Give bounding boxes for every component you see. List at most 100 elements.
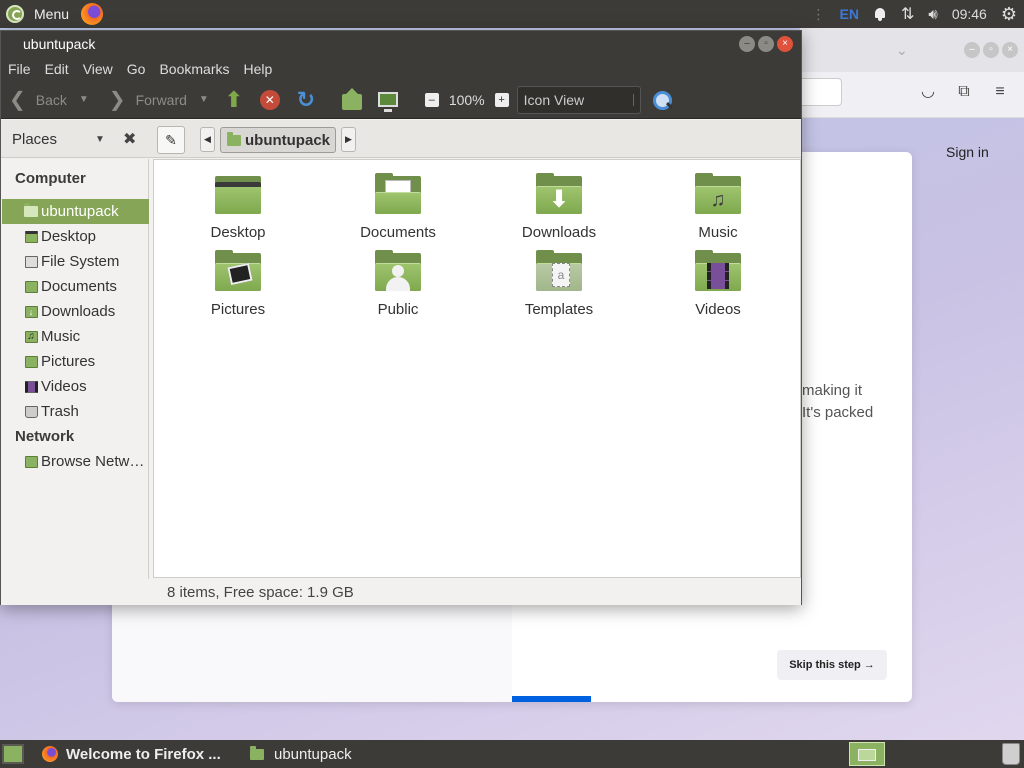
sidebar-item-home[interactable]: ubuntupack bbox=[2, 199, 149, 224]
tab-list-chevron-icon[interactable]: ⌄ bbox=[896, 42, 908, 59]
menu-go[interactable]: Go bbox=[127, 61, 146, 77]
forward-button[interactable]: ❯ Forward ▼ bbox=[109, 85, 209, 115]
tray-separator: ⋮ bbox=[811, 5, 826, 22]
firefox-page: Sign in bbox=[800, 118, 1024, 740]
file-item-templates[interactable]: a Templates bbox=[499, 250, 619, 318]
music-icon: ♫ bbox=[24, 330, 38, 344]
back-arrow-icon: ❮ bbox=[9, 89, 26, 111]
breadcrumb-scroll-left-button[interactable]: ◀ bbox=[200, 127, 215, 152]
sidebar-selector-dropdown-icon[interactable]: ▼ bbox=[95, 134, 105, 145]
taskbar-item-firefox[interactable]: Welcome to Firefox ... bbox=[34, 740, 232, 768]
menu-view[interactable]: View bbox=[83, 61, 113, 77]
menu-bookmarks[interactable]: Bookmarks bbox=[159, 61, 229, 77]
minimize-button[interactable]: – bbox=[739, 36, 755, 52]
firefox-launcher-icon[interactable] bbox=[81, 3, 104, 25]
menu-file[interactable]: File bbox=[8, 61, 31, 77]
extensions-icon[interactable]: ⧉ bbox=[954, 82, 974, 102]
pictures-icon bbox=[24, 355, 38, 369]
network-indicator[interactable]: ⇅ bbox=[894, 0, 921, 28]
close-button[interactable]: × bbox=[777, 36, 793, 52]
forward-history-dropdown-icon[interactable]: ▼ bbox=[199, 94, 209, 105]
firefox-minimize-button[interactable]: – bbox=[964, 42, 980, 58]
search-icon[interactable] bbox=[651, 89, 673, 111]
keyboard-layout-indicator[interactable]: EN bbox=[833, 0, 866, 28]
file-item-pictures[interactable]: Pictures bbox=[178, 250, 298, 318]
computer-icon bbox=[377, 92, 398, 112]
maximize-button[interactable]: ▫ bbox=[758, 36, 774, 52]
file-item-documents[interactable]: Documents bbox=[338, 173, 458, 241]
forward-arrow-icon: ❯ bbox=[108, 89, 126, 111]
notifications-button[interactable] bbox=[866, 0, 894, 28]
breadcrumb[interactable]: ubuntupack bbox=[220, 127, 336, 153]
bell-icon bbox=[873, 7, 887, 21]
trash-applet-icon[interactable] bbox=[1002, 743, 1020, 765]
main-menu-button[interactable]: Menu bbox=[0, 0, 77, 28]
sidebar-item-label: Music bbox=[41, 328, 81, 345]
sidebar-item-documents[interactable]: Documents bbox=[2, 274, 149, 299]
file-item-public[interactable]: Public bbox=[338, 250, 458, 318]
stop-button[interactable]: ✕ bbox=[259, 89, 281, 111]
firefox-url-bar[interactable] bbox=[800, 78, 842, 106]
forward-label: Forward bbox=[135, 91, 187, 108]
downloads-folder-icon: ⬇ bbox=[536, 173, 582, 216]
file-manager-window: ubuntupack – ▫ × File Edit View Go Bookm… bbox=[0, 30, 802, 605]
menu-edit[interactable]: Edit bbox=[45, 61, 69, 77]
pencil-icon: ✎ bbox=[165, 132, 177, 148]
sidebar-item-downloads[interactable]: ↓ Downloads bbox=[2, 299, 149, 324]
zoom-out-button[interactable]: – bbox=[424, 92, 439, 107]
back-button[interactable]: ❮ Back ▼ bbox=[9, 85, 89, 115]
firefox-icon bbox=[42, 746, 58, 762]
file-manager-titlebar[interactable]: ubuntupack – ▫ × bbox=[1, 31, 801, 57]
zoom-level: 100% bbox=[448, 91, 485, 108]
sidebar-item-pictures[interactable]: Pictures bbox=[2, 349, 149, 374]
reload-button[interactable]: ↻ bbox=[295, 87, 317, 112]
file-item-videos[interactable]: Videos bbox=[658, 250, 778, 318]
sidebar-item-videos[interactable]: Videos bbox=[2, 374, 149, 399]
firefox-close-button[interactable]: × bbox=[1002, 42, 1018, 58]
file-item-label: Downloads bbox=[521, 224, 597, 241]
volume-indicator[interactable]: 🔊︎ bbox=[921, 0, 944, 28]
breadcrumb-label: ubuntupack bbox=[245, 131, 330, 149]
edit-location-button[interactable]: ✎ bbox=[157, 126, 185, 154]
show-desktop-button[interactable] bbox=[2, 744, 24, 764]
file-item-music[interactable]: ♫ Music bbox=[658, 173, 778, 241]
music-folder-icon: ♫ bbox=[695, 173, 741, 216]
sidebar-item-music[interactable]: ♫ Music bbox=[2, 324, 149, 349]
pocket-icon[interactable]: ◡ bbox=[918, 82, 938, 102]
sidebar-heading-computer: Computer bbox=[15, 170, 86, 187]
file-item-label: Pictures bbox=[210, 301, 266, 318]
sign-in-link[interactable]: Sign in bbox=[946, 144, 989, 160]
sidebar-item-label: Documents bbox=[41, 278, 117, 295]
file-item-desktop[interactable]: Desktop bbox=[178, 176, 298, 241]
firefox-maximize-button[interactable]: ▫ bbox=[983, 42, 999, 58]
settings-gear-icon[interactable]: ⚙ bbox=[994, 0, 1024, 28]
up-button[interactable]: ⬆ bbox=[223, 87, 245, 112]
sidebar-item-label: ubuntupack bbox=[41, 203, 119, 220]
sidebar-item-label: Pictures bbox=[41, 353, 96, 370]
zoom-in-button[interactable]: + bbox=[494, 92, 509, 107]
templates-folder-icon: a bbox=[536, 250, 582, 293]
close-sidebar-icon[interactable]: ✖ bbox=[123, 129, 136, 149]
clock[interactable]: 09:46 bbox=[945, 0, 994, 28]
home-icon bbox=[341, 87, 362, 110]
sidebar-item-label: Desktop bbox=[41, 228, 97, 245]
folder-icon bbox=[250, 745, 264, 760]
computer-button[interactable] bbox=[377, 89, 399, 112]
file-item-downloads[interactable]: ⬇ Downloads bbox=[499, 173, 619, 241]
sidebar-selector[interactable]: Places bbox=[12, 131, 57, 148]
menu-help[interactable]: Help bbox=[244, 61, 273, 77]
breadcrumb-scroll-right-button[interactable]: ▶ bbox=[341, 127, 356, 152]
hamburger-menu-icon[interactable]: ≡ bbox=[990, 82, 1010, 102]
sidebar-item-trash[interactable]: Trash bbox=[2, 399, 149, 424]
workspace-switcher[interactable] bbox=[849, 742, 885, 766]
home-folder-icon bbox=[24, 203, 38, 219]
taskbar-item-file-manager[interactable]: ubuntupack bbox=[242, 740, 360, 768]
back-history-dropdown-icon[interactable]: ▼ bbox=[79, 94, 89, 105]
sidebar-item-file-system[interactable]: File System bbox=[2, 249, 149, 274]
sidebar-item-browse-network[interactable]: Browse Network bbox=[2, 449, 149, 474]
view-mode-select[interactable]: Icon View bbox=[516, 85, 641, 114]
stop-icon: ✕ bbox=[259, 89, 280, 110]
sidebar-item-desktop[interactable]: Desktop bbox=[2, 224, 149, 249]
home-button[interactable] bbox=[341, 87, 363, 111]
status-bar: 8 items, Free space: 1.9 GB bbox=[1, 579, 801, 605]
